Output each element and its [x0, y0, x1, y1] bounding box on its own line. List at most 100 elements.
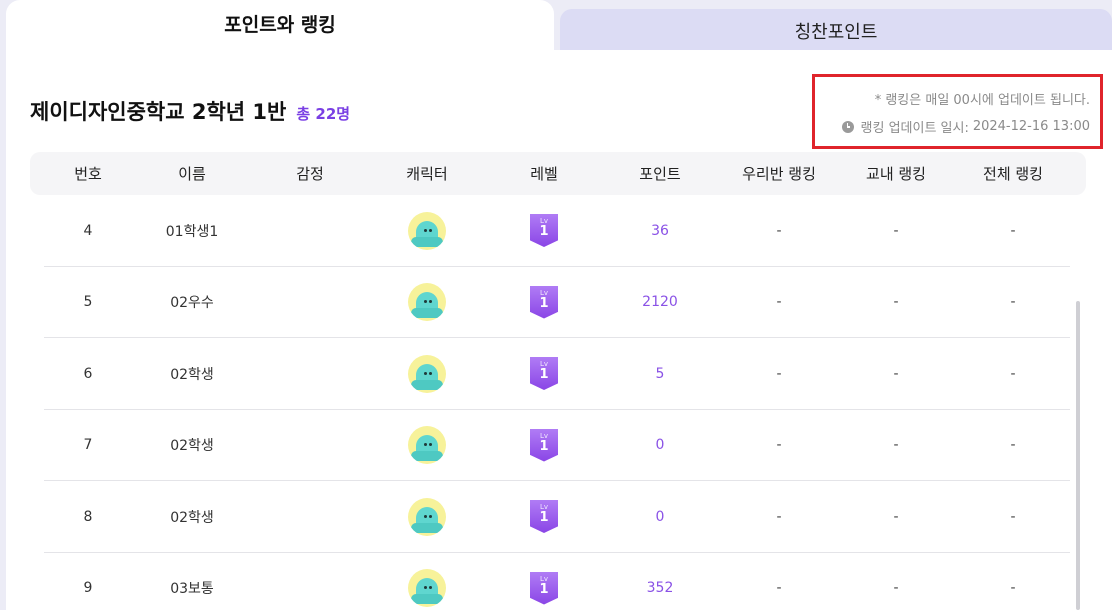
character-avatar: [408, 354, 446, 393]
cell-level: Lv 1: [530, 338, 558, 409]
level-prefix: Lv: [539, 288, 549, 297]
cell-number: 9: [83, 580, 93, 596]
cell-number: 5: [83, 294, 93, 310]
table-row[interactable]: 9 03보통 Lv 1 352 - - -: [44, 553, 1070, 610]
level-badge: Lv 1: [530, 500, 558, 533]
level-prefix: Lv: [539, 217, 549, 225]
cell-character: [408, 553, 446, 610]
cell-level: Lv 1: [530, 195, 558, 266]
cell-total-rank: -: [1010, 580, 1016, 596]
level-badge: Lv 1: [530, 428, 558, 462]
cell-character: [408, 338, 446, 409]
level-prefix: Lv: [539, 360, 549, 368]
cell-school-rank: -: [893, 222, 899, 239]
vertical-scrollbar[interactable]: [1076, 301, 1080, 610]
ranking-update-notice: * 랭킹은 매일 00시에 업데이트 됩니다. 랭킹 업데이트 일시: 2024…: [812, 74, 1103, 149]
cell-points: 2120: [642, 294, 678, 310]
cell-class-rank: -: [776, 437, 782, 453]
tab-points-ranking[interactable]: 포인트와 랭킹: [6, 0, 554, 54]
level-number: 1: [539, 581, 549, 597]
last-update-value: 2024-12-16 13:00: [972, 119, 1090, 134]
table-row[interactable]: 7 02학생 Lv 1 0 - - -: [44, 410, 1070, 481]
cell-school-rank: -: [893, 437, 899, 453]
title-row: 제이디자인중학교 2학년 1반 총 22명: [30, 96, 350, 126]
cell-school-rank: -: [893, 365, 899, 382]
column-header-number: 번호: [74, 165, 102, 183]
table-header: 번호 이름 감정 캐릭터 레벨 포인트 우리반 랭킹 교내 랭킹 전체 랭킹: [30, 152, 1086, 195]
table-row[interactable]: 4 01학생1 Lv 1 36 - - -: [44, 195, 1070, 267]
total-student-count: 총 22명: [296, 105, 351, 123]
column-header-total-rank: 전체 랭킹: [983, 165, 1043, 183]
cell-points: 352: [646, 580, 674, 596]
level-badge: Lv 1: [530, 357, 558, 390]
cell-class-rank: -: [776, 294, 782, 310]
cell-class-rank: -: [776, 580, 782, 596]
level-badge: Lv 1: [530, 214, 558, 247]
cell-name: 02학생: [170, 509, 214, 526]
cell-total-rank: -: [1010, 508, 1016, 525]
cell-name: 02학생: [170, 366, 214, 383]
cell-level: Lv 1: [530, 267, 558, 338]
cell-school-rank: -: [893, 294, 899, 310]
level-badge: Lv 1: [530, 285, 558, 319]
column-header-level: 레벨: [530, 165, 558, 183]
last-update-label: 랭킹 업데이트 일시:: [860, 121, 969, 136]
cell-points: 36: [651, 222, 669, 239]
column-header-emotion: 감정: [296, 165, 324, 183]
level-badge: Lv 1: [530, 571, 558, 605]
cell-number: 8: [83, 508, 93, 525]
cell-total-rank: -: [1010, 437, 1016, 453]
cell-character: [408, 195, 446, 266]
character-avatar: [408, 569, 446, 607]
character-avatar: [408, 497, 446, 536]
student-list: 4 01학생1 Lv 1 36 - - - 5 02우수 Lv 1 2120 -…: [44, 195, 1070, 610]
table-row[interactable]: 6 02학생 Lv 1 5 - - -: [44, 338, 1070, 410]
cell-level: Lv 1: [530, 410, 558, 481]
table-row[interactable]: 5 02우수 Lv 1 2120 - - -: [44, 267, 1070, 338]
level-number: 1: [539, 295, 549, 311]
tab-bar: 포인트와 랭킹 칭찬포인트: [0, 0, 1112, 54]
column-header-class-rank: 우리반 랭킹: [742, 165, 816, 183]
cell-number: 4: [83, 222, 93, 239]
update-schedule-note: * 랭킹은 매일 00시에 업데이트 됩니다.: [874, 93, 1090, 108]
cell-level: Lv 1: [530, 481, 558, 552]
level-number: 1: [539, 224, 549, 239]
cell-points: 5: [655, 365, 665, 382]
cell-number: 7: [83, 437, 93, 453]
column-header-name: 이름: [178, 165, 206, 183]
cell-name: 03보통: [170, 581, 214, 597]
cell-character: [408, 267, 446, 338]
level-number: 1: [539, 367, 549, 382]
character-avatar: [408, 283, 446, 321]
level-prefix: Lv: [539, 503, 549, 511]
clock-icon: [841, 120, 854, 133]
cell-points: 0: [655, 437, 665, 453]
cell-name: 02학생: [170, 438, 214, 454]
tab-praise-points[interactable]: 칭찬포인트: [560, 9, 1112, 52]
class-title: 제이디자인중학교 2학년 1반: [30, 100, 287, 124]
cell-points: 0: [655, 508, 665, 525]
level-prefix: Lv: [539, 574, 549, 583]
level-number: 1: [539, 510, 549, 525]
cell-total-rank: -: [1010, 294, 1016, 310]
cell-class-rank: -: [776, 222, 782, 239]
cell-class-rank: -: [776, 365, 782, 382]
table-row[interactable]: 8 02학생 Lv 1 0 - - -: [44, 481, 1070, 553]
last-update-line: 랭킹 업데이트 일시: 2024-12-16 13:00: [841, 117, 1090, 136]
character-avatar: [408, 426, 446, 464]
cell-total-rank: -: [1010, 365, 1016, 382]
cell-character: [408, 481, 446, 552]
column-header-points: 포인트: [639, 165, 681, 183]
cell-number: 6: [83, 365, 93, 382]
cell-school-rank: -: [893, 580, 899, 596]
character-avatar: [408, 211, 446, 250]
cell-class-rank: -: [776, 508, 782, 525]
cell-name: 01학생1: [165, 223, 219, 240]
cell-name: 02우수: [170, 295, 214, 311]
ranking-panel: 제이디자인중학교 2학년 1반 총 22명 * 랭킹은 매일 00시에 업데이트…: [6, 50, 1112, 610]
cell-level: Lv 1: [530, 553, 558, 610]
level-prefix: Lv: [539, 431, 549, 440]
cell-total-rank: -: [1010, 222, 1016, 239]
cell-character: [408, 410, 446, 481]
cell-school-rank: -: [893, 508, 899, 525]
